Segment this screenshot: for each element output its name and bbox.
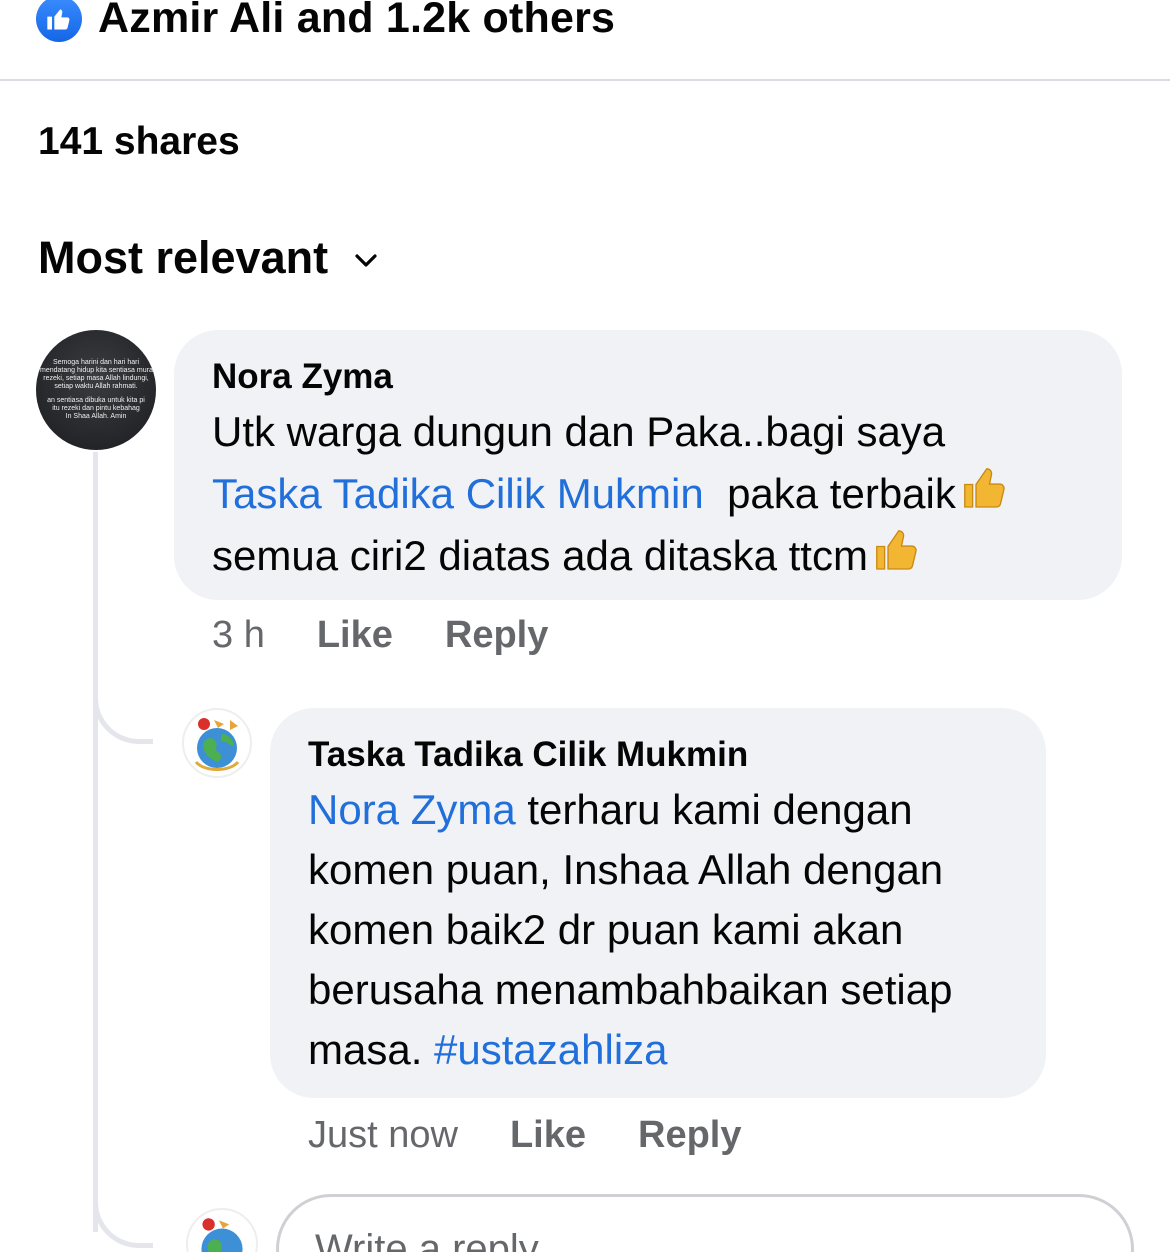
thread-connector xyxy=(93,690,153,744)
reply-bubble[interactable]: Taska Tadika Cilik Mukmin Nora Zyma terh… xyxy=(270,708,1046,1098)
thumbs-up-icon xyxy=(876,529,917,570)
chevron-down-icon xyxy=(355,254,377,267)
globe-logo-icon xyxy=(194,718,240,771)
globe-logo-icon xyxy=(201,1218,243,1252)
reply-placeholder: Write a reply... xyxy=(315,1227,570,1252)
avatar-text: an sentiasa dibuka untuk kita pi xyxy=(47,397,145,404)
reply-actions: Just now Like Reply xyxy=(308,1114,742,1157)
comment-text: semua ciri2 diatas ada ditaska ttcm xyxy=(212,532,868,579)
reply-author[interactable]: Taska Tadika Cilik Mukmin xyxy=(308,730,1046,780)
mention-link[interactable]: Taska Tadika Cilik Mukmin xyxy=(212,470,704,517)
mention-link[interactable]: Nora Zyma xyxy=(308,786,516,833)
divider xyxy=(0,79,1170,81)
avatar-text: mendatang hidup kita sentiasa mura xyxy=(40,367,153,374)
thread-connector xyxy=(93,1194,153,1248)
comment-bubble[interactable]: Nora Zyma Utk warga dungun dan Paka..bag… xyxy=(174,330,1122,600)
reply-button[interactable]: Reply xyxy=(445,614,548,657)
reply-line: komen puan, Inshaa Allah dengan xyxy=(308,846,944,893)
thumbs-up-icon xyxy=(963,467,1005,508)
comment-line: Taska Tadika Cilik Mukmin paka terbaik xyxy=(212,462,1122,524)
write-reply-input[interactable]: Write a reply... xyxy=(276,1194,1134,1252)
reply-line: komen baik2 dr puan kami akan xyxy=(308,906,904,953)
reply-line: masa. #ustazahliza xyxy=(308,1020,1046,1080)
reply-text: terharu kami dengan xyxy=(527,786,913,833)
comment-line: semua ciri2 diatas ada ditaska ttcm xyxy=(212,524,1122,586)
sort-dropdown[interactable]: Most relevant xyxy=(38,232,378,284)
avatar-text: In Shaa Allah. Amin xyxy=(65,413,127,420)
avatar-text: setiap waktu Allah rahmati. xyxy=(54,383,138,390)
comment-text: paka terbaik xyxy=(727,470,956,517)
comments-screen: Azmir Ali and 1.2k others 141 shares Mos… xyxy=(0,0,1170,1252)
like-button[interactable]: Like xyxy=(510,1114,586,1157)
comment-actions: 3 h Like Reply xyxy=(212,614,548,657)
comment-author[interactable]: Nora Zyma xyxy=(212,352,1122,402)
avatar-text: itu rezeki dan pintu kebahag xyxy=(52,405,140,412)
reply-text: masa. xyxy=(308,1026,423,1073)
reply-button[interactable]: Reply xyxy=(638,1114,741,1157)
avatar-text: Semoga harini dan hari hari xyxy=(53,359,139,366)
reply-line: berusaha menambahbaikan setiap xyxy=(308,966,953,1013)
avatar-taska-tadika[interactable] xyxy=(182,708,252,778)
like-icon xyxy=(36,0,82,42)
sort-label: Most relevant xyxy=(38,232,329,283)
like-button[interactable]: Like xyxy=(317,614,393,657)
comment-line: Utk warga dungun dan Paka..bagi saya xyxy=(212,408,946,455)
current-user-avatar xyxy=(186,1208,258,1252)
shares-count[interactable]: 141 shares xyxy=(38,120,240,164)
reply-time[interactable]: Just now xyxy=(308,1114,458,1157)
thread-line xyxy=(93,452,98,1232)
reactions-summary[interactable]: Azmir Ali and 1.2k others xyxy=(36,0,615,44)
reply-line: Nora Zyma terharu kami dengan xyxy=(308,780,1046,840)
hashtag-link[interactable]: #ustazahliza xyxy=(434,1026,667,1073)
avatar-nora-zyma[interactable]: Semoga harini dan hari hari mendatang hi… xyxy=(36,330,156,450)
reactions-text[interactable]: Azmir Ali and 1.2k others xyxy=(98,0,615,43)
comment-time[interactable]: 3 h xyxy=(212,614,265,657)
avatar-text: rezeki, setiap masa Allah lindungi, xyxy=(43,375,149,382)
